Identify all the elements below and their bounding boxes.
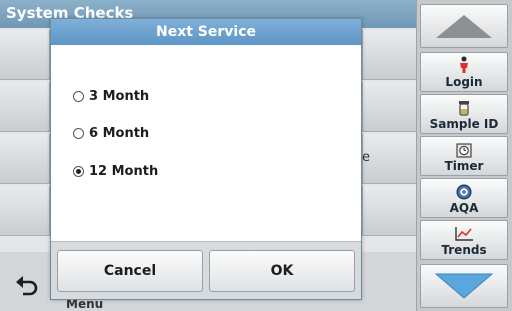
option-label: 3 Month: [89, 89, 150, 104]
person-icon: [460, 56, 468, 73]
scroll-up-button[interactable]: [420, 4, 508, 48]
back-button[interactable]: [2, 262, 52, 308]
background-truncated-text: e: [362, 150, 370, 165]
radio-selected-dot: [76, 169, 81, 174]
dialog-title: Next Service: [51, 19, 361, 45]
aqa-button[interactable]: AQA: [420, 178, 508, 218]
timer-icon: [456, 143, 472, 158]
arrow-down-icon: [434, 273, 494, 299]
sample-id-label: Sample ID: [429, 117, 499, 131]
timer-label: Timer: [444, 159, 484, 173]
background-list-button: [362, 82, 416, 132]
background-list-button: [0, 186, 50, 236]
aqa-label: AQA: [449, 201, 479, 215]
background-list-button: [362, 134, 416, 184]
option-6-month[interactable]: 6 Month: [73, 126, 149, 141]
background-list-button: [0, 30, 50, 80]
arrow-up-icon: [436, 15, 492, 38]
trend-chart-icon: [455, 227, 473, 241]
radio-button-6-month[interactable]: [73, 128, 84, 139]
background-list-button: [362, 30, 416, 80]
sample-vial-icon: [459, 101, 469, 116]
timer-button[interactable]: Timer: [420, 136, 508, 176]
login-button[interactable]: Login: [420, 52, 508, 92]
trends-button[interactable]: Trends: [420, 220, 508, 260]
aqa-icon: [456, 184, 472, 200]
trends-label: Trends: [441, 243, 487, 257]
option-label: 6 Month: [89, 126, 150, 141]
login-label: Login: [445, 75, 483, 89]
ok-button[interactable]: OK: [209, 250, 355, 292]
background-list-button: [362, 186, 416, 236]
sample-id-button[interactable]: Sample ID: [420, 94, 508, 134]
next-service-dialog: Next Service 3 Month 6 Month 12 Month Ca…: [50, 18, 362, 300]
radio-button-3-month[interactable]: [73, 91, 84, 102]
option-12-month[interactable]: 12 Month: [73, 164, 158, 179]
cancel-button[interactable]: Cancel: [57, 250, 203, 292]
background-list-button: [0, 82, 50, 132]
background-list-button: [0, 134, 50, 184]
option-label: 12 Month: [89, 164, 159, 179]
radio-button-12-month[interactable]: [73, 166, 84, 177]
option-3-month[interactable]: 3 Month: [73, 89, 149, 104]
dialog-footer: Cancel OK: [51, 241, 361, 299]
undo-arrow-icon: [16, 276, 38, 296]
scroll-down-button[interactable]: [420, 264, 508, 308]
